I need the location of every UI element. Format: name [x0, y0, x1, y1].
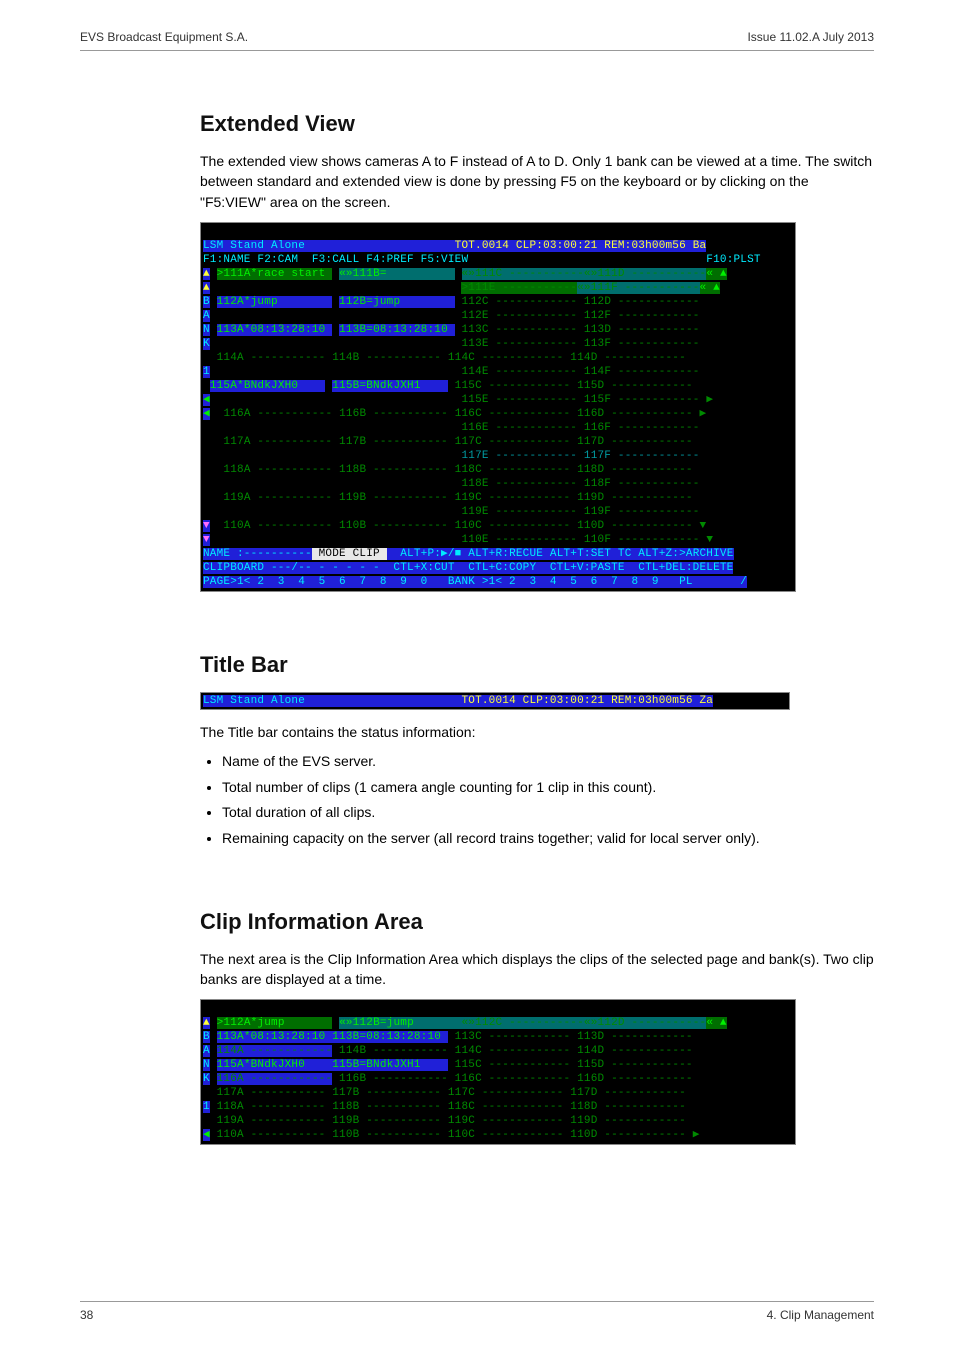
- section2-intro: The Title bar contains the status inform…: [200, 722, 874, 742]
- header-right: Issue 11.02.A July 2013: [747, 30, 874, 44]
- section2-title: Title Bar: [200, 652, 874, 678]
- chapter-ref: 4. Clip Management: [767, 1308, 874, 1322]
- section2-list: Name of the EVS server. Total number of …: [200, 752, 874, 848]
- section1-text: The extended view shows cameras A to F i…: [200, 151, 874, 212]
- header-left: EVS Broadcast Equipment S.A.: [80, 30, 248, 44]
- page-number: 38: [80, 1308, 93, 1322]
- clip-info-terminal: ▲ >112A*jump «»112B=jump «»112C --------…: [200, 999, 796, 1145]
- list-item: Total duration of all clips.: [222, 803, 874, 823]
- list-item: Remaining capacity on the server (all re…: [222, 829, 874, 849]
- section1-title: Extended View: [200, 111, 874, 137]
- page-footer: 38 4. Clip Management: [80, 1301, 874, 1322]
- title-bar-screenshot: LSM Stand Alone TOT.0014 CLP:03:00:21 RE…: [200, 692, 790, 710]
- section3-title: Clip Information Area: [200, 909, 874, 935]
- list-item: Total number of clips (1 camera angle co…: [222, 778, 874, 798]
- extended-view-terminal: LSM Stand Alone TOT.0014 CLP:03:00:21 RE…: [200, 222, 796, 592]
- section3-text: The next area is the Clip Information Ar…: [200, 949, 874, 990]
- list-item: Name of the EVS server.: [222, 752, 874, 772]
- page-header: EVS Broadcast Equipment S.A. Issue 11.02…: [80, 30, 874, 51]
